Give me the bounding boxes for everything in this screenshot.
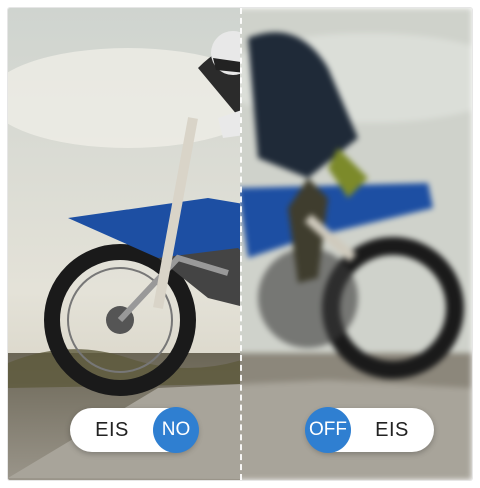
eis-state-badge: OFF — [305, 407, 351, 453]
eis-on-toggle[interactable]: EIS NO — [70, 407, 199, 453]
eis-label: EIS — [95, 418, 129, 441]
eis-state-badge: NO — [153, 407, 199, 453]
eis-label: EIS — [375, 418, 409, 441]
comparison-image: EIS NO OFF EIS — [8, 8, 472, 480]
eis-off-toggle[interactable]: OFF EIS — [305, 407, 434, 453]
split-divider — [240, 8, 242, 480]
